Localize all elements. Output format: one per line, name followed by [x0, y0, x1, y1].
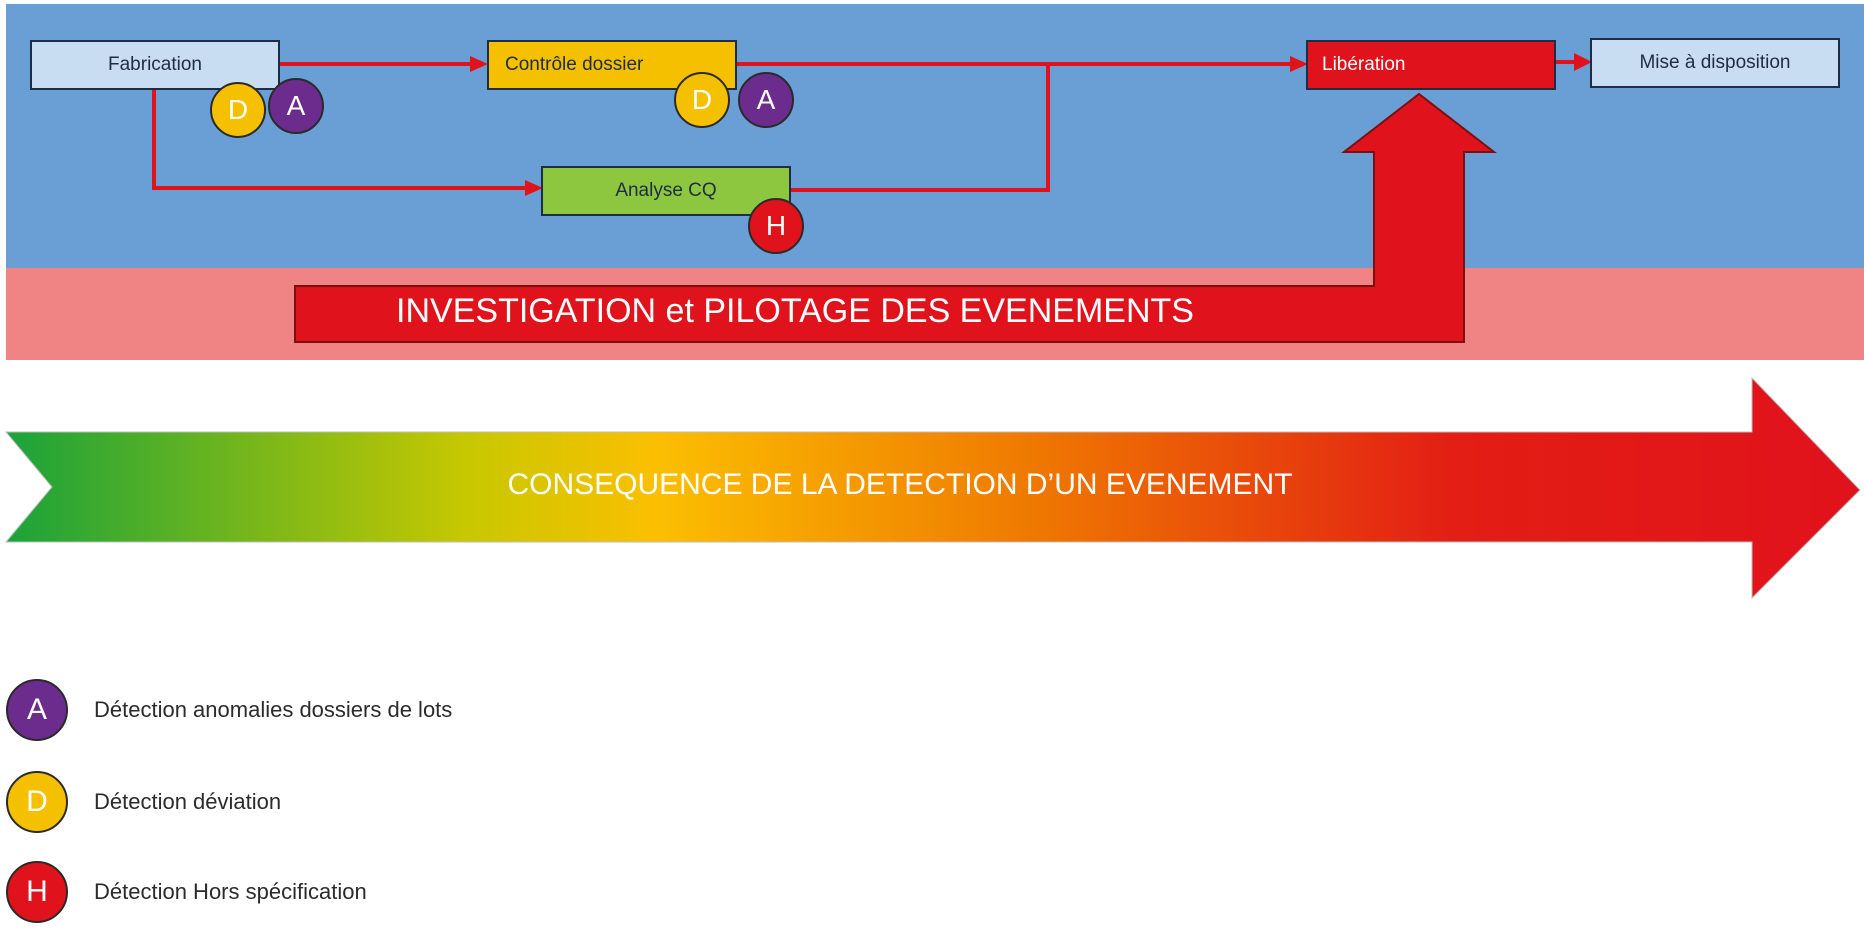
legend-label: Détection déviation [94, 789, 282, 814]
badge-letter: A [26, 693, 47, 726]
legend-label: Détection anomalies dossiers de lots [94, 697, 453, 722]
step-label: Fabrication [108, 54, 202, 75]
consequence-label: CONSEQUENCE DE LA DETECTION D’UN EVENEME… [507, 468, 1293, 501]
out-of-spec-badge: H [748, 198, 804, 254]
step-liberation: Libération [1306, 40, 1556, 90]
step-label: Mise à disposition [1639, 52, 1791, 73]
badge-letter: D [227, 94, 249, 125]
badge-letter: D [691, 84, 713, 115]
anomaly-badge: A [738, 72, 794, 128]
deviation-badge: D [210, 82, 266, 138]
legend-item-anomaly: A Détection anomalies dossiers de lots [6, 679, 453, 741]
step-label: Analyse CQ [615, 180, 717, 201]
anomaly-icon: A [6, 679, 68, 741]
arrowhead-ctl [470, 56, 488, 72]
out-of-spec-icon: H [6, 861, 68, 923]
legend-item-deviation: D Détection déviation [6, 771, 282, 833]
badge-letter: A [286, 90, 306, 121]
badge-letter: H [765, 210, 787, 241]
step-mise-a-disposition: Mise à disposition [1590, 38, 1840, 88]
step-label: Contrôle dossier [505, 54, 644, 75]
investigation-label: INVESTIGATION et PILOTAGE DES EVENEMENTS [396, 291, 1194, 330]
legend-item-out-of-spec: H Détection Hors spécification [6, 861, 367, 923]
deviation-icon: D [6, 771, 68, 833]
badge-letter: A [756, 84, 776, 115]
deviation-badge: D [674, 72, 730, 128]
anomaly-badge: A [268, 78, 324, 134]
badge-letter: D [26, 785, 48, 818]
badge-letter: H [26, 875, 48, 908]
legend-label: Détection Hors spécification [94, 879, 367, 904]
step-label: Libération [1322, 54, 1406, 75]
connector-cq-merge [791, 64, 1050, 192]
